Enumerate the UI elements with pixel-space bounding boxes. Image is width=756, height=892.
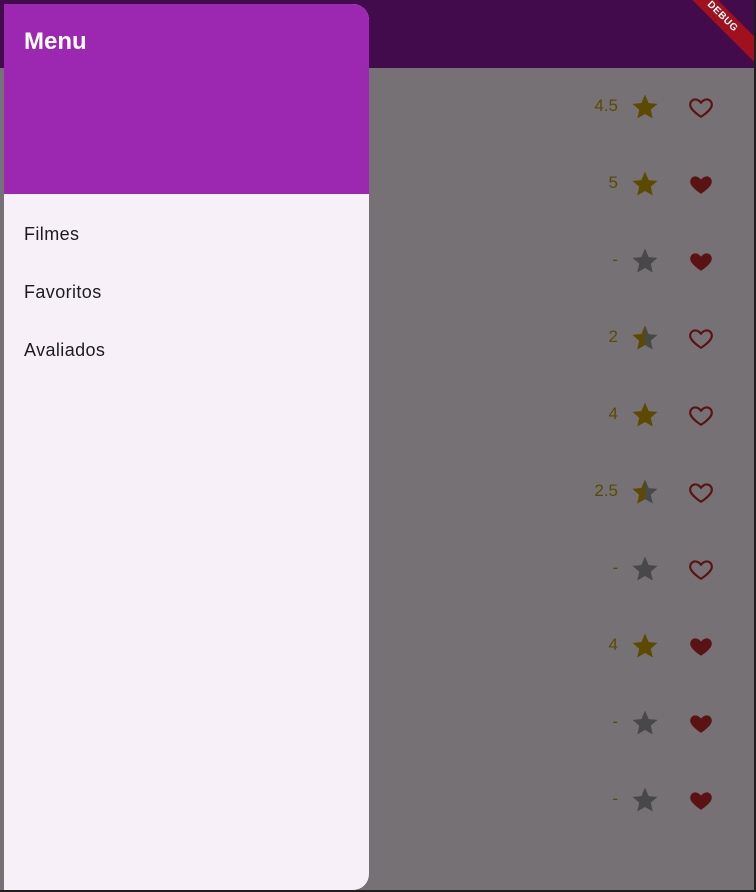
drawer-list: Filmes Favoritos Avaliados: [4, 194, 369, 378]
drawer-item-avaliados[interactable]: Avaliados: [4, 320, 369, 378]
drawer-header: Menu: [4, 4, 369, 194]
navigation-drawer: Menu Filmes Favoritos Avaliados: [4, 4, 369, 890]
app-window: 4.55-te240m2.5-m4n-m- DEBUG Menu Filmes …: [0, 0, 754, 890]
drawer-title: Menu: [24, 28, 87, 55]
drawer-item-favoritos[interactable]: Favoritos: [4, 262, 369, 320]
drawer-item-filmes[interactable]: Filmes: [4, 204, 369, 262]
